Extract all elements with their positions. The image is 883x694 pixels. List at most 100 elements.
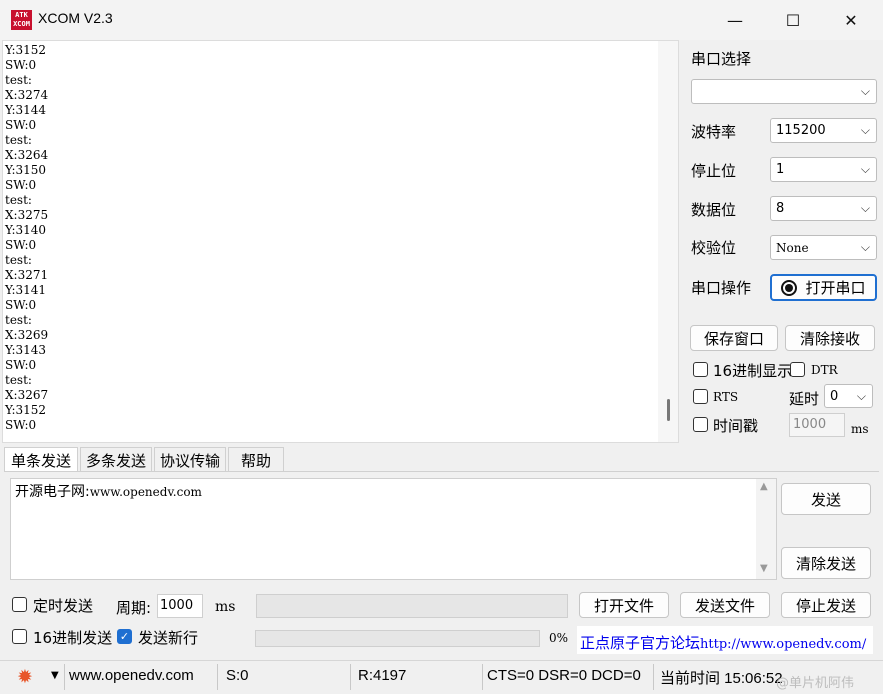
status-separator <box>64 664 65 690</box>
send-newline-checkbox[interactable]: ✓ <box>117 629 132 644</box>
receive-scrollbar[interactable] <box>658 41 678 442</box>
close-button[interactable]: ✕ <box>822 0 880 40</box>
timestamp-input[interactable]: 1000 <box>789 413 845 437</box>
timed-send-label: 定时发送 <box>33 597 94 615</box>
status-received-count: R:4197 <box>358 667 407 684</box>
send-progress-text: 0% <box>549 631 569 645</box>
forum-link[interactable]: 正点原子官方论坛http://www.openedv.com/ <box>577 626 873 654</box>
rts-checkbox[interactable] <box>693 389 708 404</box>
tab-multi-send[interactable]: 多条发送 <box>80 447 152 472</box>
chevron-down-icon: ⌵ <box>860 162 870 176</box>
status-separator <box>482 664 483 690</box>
tab-help[interactable]: 帮助 <box>228 447 284 472</box>
dtr-label: DTR <box>811 363 838 377</box>
app-logo: ATK XCOM <box>11 10 32 30</box>
clear-send-button[interactable]: 清除发送 <box>781 547 871 579</box>
hex-send-checkbox[interactable] <box>12 629 27 644</box>
hex-send-label: 16进制发送 <box>33 629 113 647</box>
baud-select[interactable]: 115200 ⌵ <box>770 118 877 143</box>
baud-label: 波特率 <box>691 123 737 141</box>
receive-area[interactable]: Y:3152 SW:0 test: X:3274 Y:3144 SW:0 test: X:32… <box>2 40 679 443</box>
receive-line: X:3271 <box>5 268 49 282</box>
tab-divider <box>4 471 879 472</box>
chevron-down-icon: ⌵ <box>860 201 870 215</box>
delay-label: 延时 <box>789 390 820 408</box>
receive-line: test: <box>5 133 32 147</box>
scroll-down-icon[interactable]: ▼ <box>760 563 768 574</box>
receive-line: X:3267 <box>5 388 49 402</box>
tab-protocol[interactable]: 协议传输 <box>154 447 226 472</box>
status-time: 当前时间 15:06:52 <box>660 670 783 687</box>
scroll-up-icon[interactable]: ▲ <box>760 481 768 492</box>
receive-line: Y:3140 <box>5 223 47 237</box>
file-path-bar <box>256 594 568 618</box>
open-port-button[interactable]: 打开串口 <box>770 274 877 301</box>
checkmark-icon: ✓ <box>119 630 130 643</box>
receive-line: test: <box>5 373 32 387</box>
dropdown-arrow-icon[interactable]: ▼ <box>51 670 59 681</box>
save-window-button[interactable]: 保存窗口 <box>690 325 778 351</box>
minimize-icon: — <box>727 10 743 30</box>
receive-line: X:3275 <box>5 208 49 222</box>
title-bar: ATK XCOM XCOM V2.3 — ☐ ✕ <box>0 0 883 40</box>
status-sent-count: S:0 <box>226 667 249 684</box>
port-select-label: 串口选择 <box>691 50 752 68</box>
receive-line: Y:3141 <box>5 283 47 297</box>
send-button[interactable]: 发送 <box>781 483 871 515</box>
status-separator <box>653 664 654 690</box>
record-icon <box>781 279 798 296</box>
send-text: 开源电子网:www.openedv.com <box>15 484 202 500</box>
settings-gear-icon[interactable]: ✹ <box>17 667 33 687</box>
stop-bits-select[interactable]: 1 ⌵ <box>770 157 877 182</box>
receive-line: test: <box>5 253 32 267</box>
send-newline-label: 发送新行 <box>138 629 199 647</box>
receive-line: SW:0 <box>5 238 37 252</box>
receive-line: Y:3152 <box>5 403 47 417</box>
receive-line: Y:3144 <box>5 103 47 117</box>
receive-line: X:3274 <box>5 88 49 102</box>
chevron-down-icon: ⌵ <box>856 389 866 403</box>
send-scrollbar[interactable]: ▲ ▼ <box>756 479 776 579</box>
dtr-checkbox[interactable] <box>790 362 805 377</box>
timestamp-label: 时间戳 <box>713 417 759 435</box>
chevron-down-icon: ⌵ <box>860 240 870 254</box>
minimize-button[interactable]: — <box>706 0 764 40</box>
receive-line: SW:0 <box>5 298 37 312</box>
stop-bits-label: 停止位 <box>691 162 737 180</box>
status-lines: CTS=0 DSR=0 DCD=0 <box>487 667 641 684</box>
period-label: 周期: <box>116 599 152 617</box>
maximize-icon: ☐ <box>785 10 801 30</box>
tab-single-send[interactable]: 单条发送 <box>4 447 78 472</box>
send-input[interactable]: 开源电子网:www.openedv.com ▲ ▼ <box>10 478 777 580</box>
receive-line: SW:0 <box>5 358 37 372</box>
receive-line: X:3264 <box>5 148 49 162</box>
clear-receive-button[interactable]: 清除接收 <box>785 325 875 351</box>
port-op-label: 串口操作 <box>691 279 752 297</box>
stop-send-button[interactable]: 停止发送 <box>781 592 871 618</box>
receive-line: Y:3143 <box>5 343 47 357</box>
data-bits-label: 数据位 <box>691 201 737 219</box>
receive-line: SW:0 <box>5 418 37 432</box>
receive-line: SW:0 <box>5 58 37 72</box>
chevron-down-icon: ⌵ <box>860 123 870 137</box>
close-icon: ✕ <box>844 10 858 30</box>
send-file-button[interactable]: 发送文件 <box>680 592 770 618</box>
open-file-button[interactable]: 打开文件 <box>579 592 669 618</box>
timed-send-checkbox[interactable] <box>12 597 27 612</box>
receive-line: test: <box>5 193 32 207</box>
hex-display-checkbox[interactable] <box>693 362 708 377</box>
parity-select[interactable]: None ⌵ <box>770 235 877 260</box>
period-ms-label: ms <box>215 599 236 615</box>
maximize-button[interactable]: ☐ <box>764 0 822 40</box>
status-separator <box>350 664 351 690</box>
receive-scroll-thumb[interactable] <box>667 399 670 421</box>
parity-label: 校验位 <box>691 239 737 257</box>
port-select[interactable]: ⌵ <box>691 79 877 104</box>
status-site[interactable]: www.openedv.com <box>69 667 194 684</box>
delay-select[interactable]: 0 ⌵ <box>824 384 873 408</box>
data-bits-select[interactable]: 8 ⌵ <box>770 196 877 221</box>
timestamp-checkbox[interactable] <box>693 417 708 432</box>
send-progress-bar <box>255 630 540 647</box>
rts-label: RTS <box>713 390 739 404</box>
period-input[interactable]: 1000 <box>157 594 203 618</box>
